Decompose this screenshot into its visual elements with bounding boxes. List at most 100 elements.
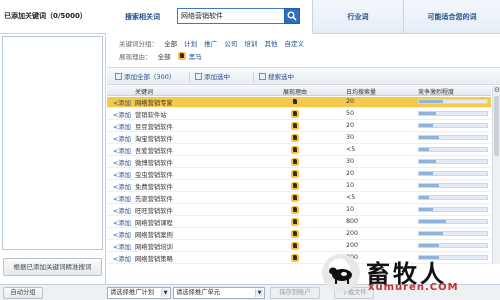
reason-filter-label: 展现理由： [119, 53, 152, 61]
add-keyword-link[interactable]: <添加 [113, 134, 131, 143]
search-input[interactable]: 网络营销软件 [177, 8, 285, 24]
group-filter-label: 关键词分组： [119, 40, 158, 48]
search-button[interactable] [284, 8, 300, 24]
dark-horse-icon [291, 98, 299, 106]
dark-horse-icon [291, 158, 299, 166]
table-row[interactable]: <添加 先驱营销软件 <5 [107, 193, 491, 204]
header-reason[interactable]: 展现理由 [283, 87, 307, 96]
toolbar-divider [253, 72, 254, 82]
keyword-cell: 虫虫营销软件 [135, 172, 173, 179]
add-keyword-link[interactable]: <添加 [113, 218, 131, 227]
competition-bar [418, 135, 488, 140]
competition-bar [418, 99, 488, 104]
add-all-icon [115, 73, 122, 80]
dark-horse-icon [291, 230, 299, 238]
watermark: 畜牧人 xumuren.COM [318, 252, 500, 298]
auto-group-button[interactable]: 自动分组 [3, 287, 43, 299]
competition-bar [418, 123, 488, 128]
reason-option-all[interactable]: 全部 [158, 53, 171, 61]
search-volume-cell: 20 [346, 98, 355, 105]
add-selected-button[interactable]: 添加选中 [195, 71, 230, 81]
watermark-url: xumuren.COM [368, 282, 459, 293]
add-keyword-link[interactable]: <添加 [113, 254, 131, 263]
table-row[interactable]: <添加 淘宝营销软件 30 [107, 133, 491, 144]
table-row[interactable]: <添加 微博营销软件 30 [107, 157, 491, 168]
add-keyword-link[interactable]: <添加 [113, 242, 131, 251]
reason-option-dark-horse[interactable]: 黑马 [189, 53, 202, 61]
add-keyword-link[interactable]: <添加 [113, 158, 131, 167]
add-keyword-link[interactable]: <添加 [113, 122, 131, 131]
group-option-plan[interactable]: 计划 [184, 40, 197, 48]
scroll-thumb[interactable] [494, 96, 499, 156]
group-option-all[interactable]: 全部 [164, 40, 177, 48]
dark-horse-icon [291, 170, 299, 178]
group-option-custom[interactable]: 自定义 [285, 40, 305, 48]
dark-horse-icon [177, 52, 186, 60]
search-selected-icon [259, 73, 266, 80]
table-row[interactable]: <添加 旺旺营销软件 10 [107, 205, 491, 216]
save-to-account-button[interactable]: 保存到账户 [270, 287, 320, 299]
header-keyword[interactable]: 关键词 [135, 87, 153, 96]
search-volume-cell: 30 [346, 158, 355, 165]
add-keyword-link[interactable]: <添加 [113, 182, 131, 191]
competition-bar-fill [419, 148, 430, 151]
dark-horse-icon [291, 182, 299, 190]
gear-icon[interactable]: ⚙ [493, 86, 500, 95]
add-keyword-link[interactable]: <添加 [113, 206, 131, 215]
add-keyword-link[interactable]: <添加 [113, 146, 131, 155]
added-keywords-header: 已添加关键词（0/5000） [0, 0, 106, 34]
table-row[interactable]: <添加 豆豆营销软件 20 [107, 121, 491, 132]
precise-search-button[interactable]: 根据已添加关键词精准搜词 [3, 258, 102, 276]
group-option-company[interactable]: 公司 [224, 40, 237, 48]
add-keyword-link[interactable]: <添加 [113, 98, 131, 107]
dark-horse-icon [291, 242, 299, 250]
add-keyword-link[interactable]: <添加 [113, 170, 131, 179]
search-selected-label: 搜索选中 [268, 73, 294, 81]
add-all-button[interactable]: 添加全部（300） [115, 71, 175, 81]
added-keywords-list[interactable] [2, 36, 103, 250]
header-volume[interactable]: 日均搜索量 [346, 87, 376, 96]
competition-bar-fill [419, 112, 436, 115]
add-keyword-link[interactable]: <添加 [113, 110, 131, 119]
competition-bar-fill [419, 100, 443, 103]
table-row[interactable]: <添加 网络营销培训 200 [107, 241, 491, 252]
table-row[interactable]: <添加 吾爱营销软件 <5 [107, 145, 491, 156]
tab-suitable[interactable]: 可能适合您的词 [403, 0, 500, 34]
group-option-other[interactable]: 其他 [264, 40, 277, 48]
table-scrollbar[interactable]: ⚙ [492, 86, 500, 264]
group-option-training[interactable]: 培训 [244, 40, 257, 48]
search-selected-button[interactable]: 搜索选中 [259, 71, 294, 81]
cow-icon [329, 267, 352, 284]
tab-search-related[interactable]: 搜索相关词 网络营销软件 [107, 0, 313, 34]
competition-bar-fill [419, 124, 433, 127]
toolbar-divider [189, 72, 190, 82]
filter-area: 关键词分组： 全部 计划 推广 公司 培训 其他 自定义 展现理由： 全部 黑马 [107, 35, 500, 65]
keyword-search-panel: 搜索相关词 网络营销软件 行业词 可能适合您的词 关键词分组： 全部 计划 推广… [107, 0, 500, 284]
search-volume-cell: 10 [346, 182, 355, 189]
add-keyword-link[interactable]: <添加 [113, 194, 131, 203]
group-filter: 关键词分组： 全部 计划 推广 公司 培训 其他 自定义 [119, 38, 309, 48]
competition-bar [418, 195, 488, 200]
unit-select[interactable]: 请选择推广单元 ▼ [173, 287, 265, 299]
table-row[interactable]: <添加 网络营销课程 800 [107, 217, 491, 228]
table-row[interactable]: <添加 网络营销案例 200 [107, 229, 491, 240]
table-row[interactable]: <添加 虫虫营销软件 20 [107, 169, 491, 180]
competition-bar-fill [419, 208, 433, 211]
add-keyword-link[interactable]: <添加 [113, 230, 131, 239]
keyword-cell: 吾爱营销软件 [135, 148, 173, 155]
competition-bar-fill [419, 244, 440, 247]
keyword-cell: 旺旺营销软件 [135, 208, 173, 215]
group-option-promo[interactable]: 推广 [204, 40, 217, 48]
competition-bar [418, 183, 488, 188]
dark-horse-icon [291, 134, 299, 142]
table-row[interactable]: <添加 营销软件站 50 [107, 109, 491, 120]
table-row[interactable]: <添加 网络营销专家 20 [107, 97, 491, 108]
header-competition[interactable]: 竞争激烈程度 [418, 87, 454, 96]
table-row[interactable]: <添加 免费营销软件 10 [107, 181, 491, 192]
table-header: 关键词 展现理由 日均搜索量 竞争激烈程度 [107, 86, 491, 96]
dark-horse-icon [291, 110, 299, 118]
competition-bar [418, 231, 488, 236]
plan-select[interactable]: 请选择推广计划 ▼ [107, 287, 171, 299]
competition-bar [418, 171, 488, 176]
tab-industry[interactable]: 行业词 [314, 0, 402, 34]
